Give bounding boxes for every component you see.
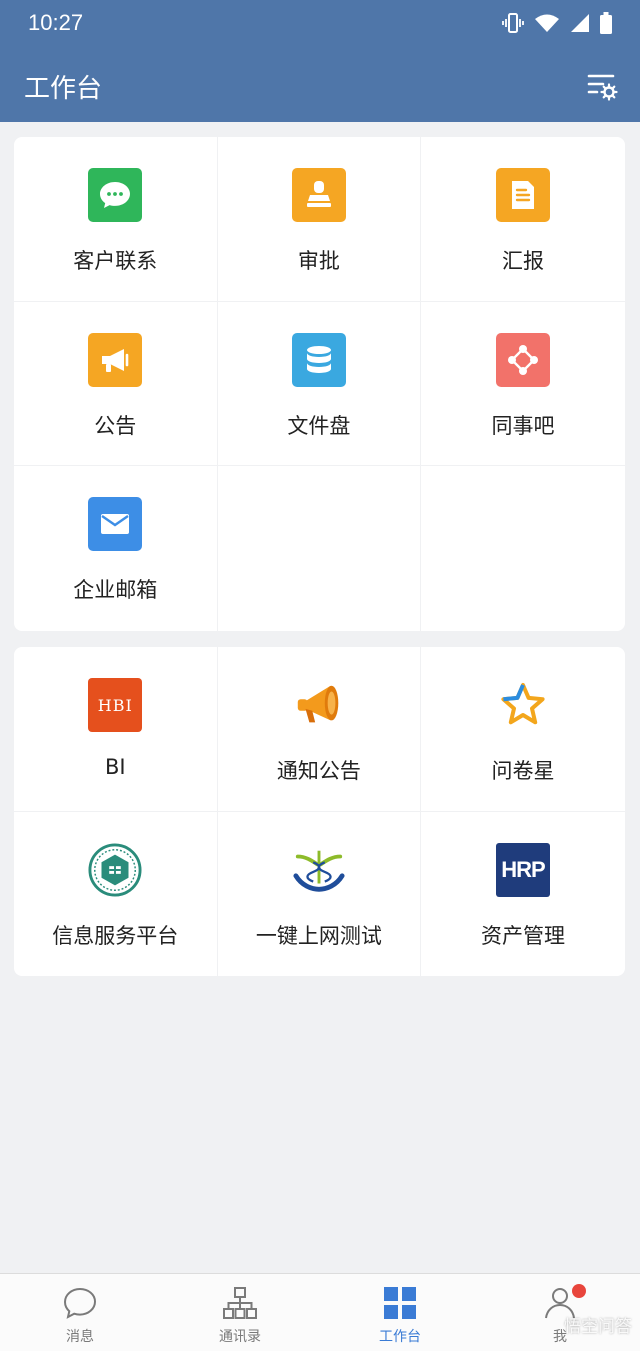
app-colleague-forum[interactable]: 同事吧 — [421, 302, 625, 467]
bottom-tab-bar: 消息 通讯录 工作台 我 — [0, 1273, 640, 1351]
app-header: 10:27 工作台 — [0, 0, 640, 122]
app-label: 同事吧 — [491, 413, 555, 438]
page-title: 工作台 — [24, 74, 103, 104]
app-label: 文件盘 — [287, 413, 351, 438]
hrp-logo-icon: HRP — [495, 842, 550, 897]
app-label: 资产管理 — [480, 923, 565, 948]
built-in-apps-card: 客户联系 审批 汇报 公告 文件盘 同事吧 企业邮箱 — [14, 137, 625, 631]
notification-badge-dot — [572, 1284, 586, 1298]
empty-cell — [218, 466, 422, 631]
app-label: 公告 — [94, 413, 137, 438]
app-label: 通知公告 — [276, 759, 361, 783]
stamp-icon — [291, 168, 346, 222]
database-icon — [291, 332, 346, 387]
caduceus-emblem-icon — [292, 843, 346, 897]
workbench-settings-button[interactable] — [586, 70, 618, 102]
empty-cell — [421, 466, 625, 631]
vibrate-icon — [502, 13, 524, 33]
org-chart-icon — [223, 1287, 257, 1319]
title-bar: 工作台 — [0, 48, 640, 122]
tab-contacts[interactable]: 通讯录 — [160, 1274, 320, 1351]
status-bar: 10:27 — [0, 0, 640, 48]
app-label: 客户联系 — [73, 249, 158, 273]
app-enterprise-mail[interactable]: 企业邮箱 — [14, 466, 218, 631]
hbi-logo-icon: HBI — [88, 678, 143, 732]
grid-icon — [384, 1287, 416, 1319]
hrp-logo-text: HRP — [501, 856, 545, 882]
app-label: 信息服务平台 — [52, 923, 179, 948]
chat-bubble-icon — [88, 168, 143, 222]
wifi-icon — [535, 14, 559, 32]
status-icons — [502, 12, 612, 34]
app-notice[interactable]: 通知公告 — [217, 647, 422, 812]
app-announcement[interactable]: 公告 — [14, 301, 218, 467]
seal-emblem-icon — [88, 843, 142, 897]
megaphone-icon — [88, 332, 143, 387]
app-label: 问卷星 — [491, 759, 555, 783]
app-file-drive[interactable]: 文件盘 — [217, 301, 422, 467]
app-report[interactable]: 汇报 — [421, 137, 625, 302]
network-icon — [495, 332, 550, 387]
third-party-apps-card: HBI BI 通知公告 问卷星 信息服务平台 一键上网测试 HRP 资产管理 — [14, 647, 625, 976]
app-label: 汇报 — [501, 249, 544, 273]
star-icon — [496, 678, 550, 732]
app-asset-management[interactable]: HRP 资产管理 — [421, 812, 625, 976]
app-questionnaire-star[interactable]: 问卷星 — [421, 647, 625, 812]
app-network-test[interactable]: 一键上网测试 — [218, 811, 422, 976]
tab-workbench[interactable]: 工作台 — [320, 1274, 480, 1351]
tab-label: 消息 — [66, 1329, 94, 1345]
report-doc-icon — [495, 168, 550, 222]
watermark: 悟空问答 — [564, 1317, 632, 1337]
app-label: 一键上网测试 — [255, 923, 382, 948]
app-info-service-platform[interactable]: 信息服务平台 — [14, 811, 218, 976]
tab-messages[interactable]: 消息 — [0, 1274, 160, 1351]
orange-megaphone-icon — [292, 678, 346, 732]
app-label: BI — [104, 755, 126, 779]
mail-icon — [88, 497, 143, 552]
tab-label: 工作台 — [379, 1329, 421, 1345]
app-customer-contact[interactable]: 客户联系 — [14, 137, 218, 302]
app-approval[interactable]: 审批 — [217, 137, 422, 302]
hbi-logo-text: HBI — [97, 695, 133, 715]
battery-icon — [600, 12, 612, 34]
signal-icon — [571, 14, 589, 32]
tab-label: 通讯录 — [219, 1329, 261, 1345]
app-bi[interactable]: HBI BI — [14, 647, 218, 812]
message-bubble-icon — [63, 1287, 97, 1319]
status-time: 10:27 — [28, 10, 84, 35]
app-label: 企业邮箱 — [73, 578, 158, 603]
list-settings-icon — [587, 74, 618, 101]
app-label: 审批 — [297, 249, 340, 273]
